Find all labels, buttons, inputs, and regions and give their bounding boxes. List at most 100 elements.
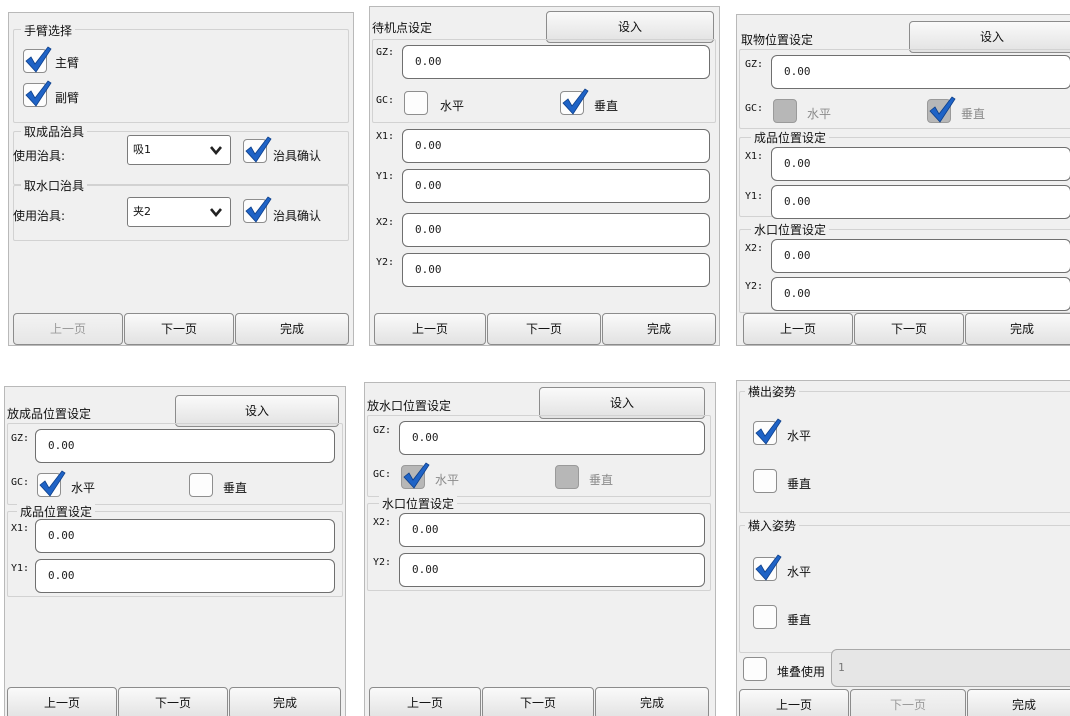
y2-input[interactable]: 0.00 [402, 253, 710, 287]
gz-label: GZ: [373, 425, 392, 436]
y2-label: Y2: [373, 557, 392, 568]
x2-input[interactable]: 0.00 [771, 239, 1070, 273]
x1-input[interactable]: 0.00 [402, 129, 710, 163]
in-horizontal-label: 水平 [787, 565, 812, 579]
y2-input[interactable]: 0.00 [771, 277, 1070, 311]
x1-label: X1: [11, 523, 30, 534]
gc-horizontal-label: 水平 [440, 99, 465, 113]
gc-vertical-checkbox[interactable] [189, 473, 213, 497]
y1-input[interactable]: 0.00 [35, 559, 335, 593]
out-horizontal-label: 水平 [787, 429, 812, 443]
gc-horizontal-checkbox[interactable] [773, 99, 797, 123]
checkmark-icon [245, 196, 272, 223]
gc-vertical-checkbox[interactable] [555, 465, 579, 489]
gc-vertical-label: 垂直 [589, 473, 614, 487]
done-button[interactable]: 完成 [595, 687, 709, 716]
gc-horizontal-label: 水平 [71, 481, 96, 495]
stack-use-checkbox[interactable] [743, 657, 767, 681]
done-button[interactable]: 完成 [229, 687, 341, 716]
gc-horizontal-checkbox[interactable] [404, 91, 428, 115]
sprue-fixture-title: 取水口治具 [21, 177, 88, 194]
next-page-button[interactable]: 下一页 [482, 687, 594, 716]
arm-select-group [13, 29, 349, 123]
prev-page-button[interactable]: 上一页 [13, 313, 123, 345]
x2-input[interactable]: 0.00 [402, 213, 710, 247]
in-horizontal-checkbox[interactable] [753, 554, 782, 581]
sprue-fixture-select[interactable]: 夹2 [127, 197, 231, 227]
product-fixture-title: 取成品治具 [21, 123, 88, 140]
y1-input[interactable]: 0.00 [771, 185, 1070, 219]
in-vertical-checkbox[interactable] [753, 605, 777, 629]
x1-input[interactable]: 0.00 [35, 519, 335, 553]
product-fixture-confirm-checkbox[interactable] [243, 136, 272, 163]
prev-page-button[interactable]: 上一页 [374, 313, 486, 345]
prev-page-button[interactable]: 上一页 [739, 689, 849, 716]
sprue-position-title: 水口位置设定 [751, 221, 830, 238]
gc-label: GC: [376, 95, 395, 106]
x2-label: X2: [376, 217, 395, 228]
next-page-button[interactable]: 下一页 [124, 313, 234, 345]
product-fixture-value: 吸1 [133, 143, 151, 156]
place-product-panel: 放成品位置设定 设入 GZ: 0.00 GC: 水平 垂直 成品位置设定 X1:… [4, 386, 346, 716]
gc-horizontal-checkbox[interactable] [401, 462, 430, 489]
gz-input[interactable]: 0.00 [399, 421, 705, 455]
gc-label: GC: [11, 477, 30, 488]
checkmark-icon [25, 80, 52, 107]
next-page-button[interactable]: 下一页 [854, 313, 964, 345]
arm-select-panel: 手臂选择 主臂 副臂 取成品治具 使用治具: 吸1 治具确认 取水口治具 使用治… [8, 12, 354, 346]
x1-label: X1: [376, 131, 395, 142]
stack-count-input[interactable]: 1 [831, 649, 1070, 687]
place-sprue-title: 放水口位置设定 [367, 399, 452, 413]
gz-label: GZ: [745, 59, 764, 70]
y2-input[interactable]: 0.00 [399, 553, 705, 587]
chevron-down-icon [210, 146, 222, 155]
prev-page-button[interactable]: 上一页 [7, 687, 117, 716]
y1-label: Y1: [11, 563, 30, 574]
standby-point-panel: 待机点设定 设入 GZ: 0.00 GC: 水平 垂直 X1: 0.00 Y1:… [369, 6, 720, 346]
sub-arm-checkbox[interactable] [23, 80, 52, 107]
prev-page-button[interactable]: 上一页 [743, 313, 853, 345]
sprue-position-title: 水口位置设定 [379, 495, 458, 512]
gc-horizontal-checkbox[interactable] [37, 470, 66, 497]
gc-label: GC: [373, 469, 392, 480]
in-posture-title: 横入姿势 [745, 517, 800, 534]
out-vertical-checkbox[interactable] [753, 469, 777, 493]
product-fixture-select[interactable]: 吸1 [127, 135, 231, 165]
out-horizontal-checkbox[interactable] [753, 418, 782, 445]
out-vertical-label: 垂直 [787, 477, 812, 491]
main-arm-label: 主臂 [55, 56, 80, 70]
next-page-button[interactable]: 下一页 [118, 687, 228, 716]
product-use-fixture-label: 使用治具: [13, 149, 66, 163]
done-button[interactable]: 完成 [967, 689, 1070, 716]
done-button[interactable]: 完成 [965, 313, 1070, 345]
done-button[interactable]: 完成 [602, 313, 716, 345]
y1-input[interactable]: 0.00 [402, 169, 710, 203]
gc-horizontal-label: 水平 [807, 107, 832, 121]
gc-vertical-checkbox[interactable] [560, 88, 589, 115]
x2-input[interactable]: 0.00 [399, 513, 705, 547]
gc-vertical-label: 垂直 [594, 99, 619, 113]
pick-position-panel: 取物位置设定 设入 GZ: 0.00 GC: 水平 垂直 成品位置设定 X1: … [736, 14, 1070, 346]
sprue-fixture-confirm-checkbox[interactable] [243, 196, 272, 223]
x1-input[interactable]: 0.00 [771, 147, 1070, 181]
checkmark-icon [755, 418, 782, 445]
y1-label: Y1: [745, 191, 764, 202]
x2-label: X2: [373, 517, 392, 528]
next-page-button[interactable]: 下一页 [487, 313, 601, 345]
gz-input[interactable]: 0.00 [771, 55, 1070, 89]
gz-input[interactable]: 0.00 [402, 45, 710, 79]
next-page-button[interactable]: 下一页 [850, 689, 966, 716]
gz-input[interactable]: 0.00 [35, 429, 335, 463]
posture-panel: 横出姿势 水平 垂直 横入姿势 水平 垂直 堆叠使用 1 上一页 下一页 完成 [736, 380, 1070, 716]
checkmark-icon [929, 96, 956, 123]
checkmark-icon [245, 136, 272, 163]
in-vertical-label: 垂直 [787, 613, 812, 627]
checkmark-icon [25, 46, 52, 73]
gc-vertical-checkbox[interactable] [927, 96, 956, 123]
prev-page-button[interactable]: 上一页 [369, 687, 481, 716]
sprue-use-fixture-label: 使用治具: [13, 209, 66, 223]
gc-label: GC: [745, 103, 764, 114]
gc-vertical-label: 垂直 [961, 107, 986, 121]
done-button[interactable]: 完成 [235, 313, 349, 345]
main-arm-checkbox[interactable] [23, 46, 52, 73]
